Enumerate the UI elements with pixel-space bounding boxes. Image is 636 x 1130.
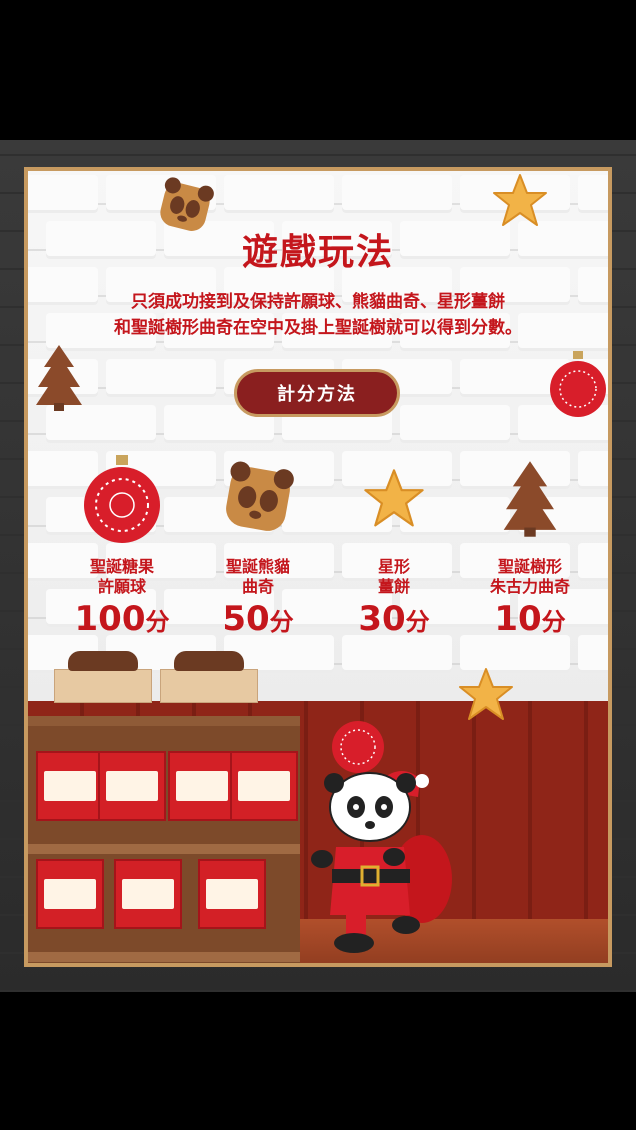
cake-box xyxy=(54,669,152,703)
falling-ornament-icon xyxy=(550,351,606,417)
product-box xyxy=(230,751,298,821)
falling-star-icon xyxy=(459,668,513,720)
game-description: 只須成功接到及保持許願球、熊貓曲奇、星形薑餅 和聖誕樹形曲奇在空中及掛上聖誕樹就… xyxy=(48,289,588,341)
item-points: 50分 xyxy=(222,599,294,639)
ornament-ball-icon xyxy=(84,455,160,543)
score-method-button[interactable]: 計分方法 xyxy=(234,369,400,417)
product-box xyxy=(36,859,104,929)
page-title: 遊戲玩法 xyxy=(241,232,394,273)
item-name: 聖誕糖果 許願球 xyxy=(89,557,154,596)
item-points: 100分 xyxy=(74,599,170,639)
score-item-tree-cookie: 聖誕樹形 朱古力曲奇 10分 xyxy=(462,451,598,639)
tree-cookie-icon xyxy=(503,461,557,537)
product-box xyxy=(198,859,266,929)
item-name: 聖誕熊貓 曲奇 xyxy=(225,557,290,596)
star-gingerbread-icon xyxy=(364,469,424,527)
product-box xyxy=(114,859,182,929)
falling-tree-cookie-icon xyxy=(36,345,82,411)
product-box xyxy=(98,751,166,821)
item-points: 10分 xyxy=(494,599,566,639)
panda-santa-character xyxy=(311,721,452,953)
score-items: 聖誕糖果 許願球 100分 聖誕熊貓 曲奇 50分 星形 薑餅 30分 聖誕樹形… xyxy=(54,451,594,641)
score-item-panda-cookie: 聖誕熊貓 曲奇 50分 xyxy=(190,451,326,639)
score-item-star-gingerbread: 星形 薑餅 30分 xyxy=(326,451,462,639)
instructions-panel: 遊戲玩法 只須成功接到及保持許願球、熊貓曲奇、星形薑餅 和聖誕樹形曲奇在空中及掛… xyxy=(24,167,612,967)
item-points: 30分 xyxy=(358,599,430,639)
falling-star-icon xyxy=(493,174,547,226)
cake xyxy=(68,651,138,671)
cake xyxy=(174,651,244,671)
product-box xyxy=(168,751,236,821)
item-name: 星形 薑餅 xyxy=(377,557,410,596)
product-box xyxy=(36,751,104,821)
cake-box xyxy=(160,669,258,703)
description-line-2: 和聖誕樹形曲奇在空中及掛上聖誕樹就可以得到分數。 xyxy=(114,318,522,338)
item-name: 聖誕樹形 朱古力曲奇 xyxy=(489,557,570,596)
description-line-1: 只須成功接到及保持許願球、熊貓曲奇、星形薑餅 xyxy=(131,292,505,312)
panda-cookie-icon xyxy=(226,461,294,531)
score-item-ornament: 聖誕糖果 許願球 100分 xyxy=(54,451,190,639)
game-stage: 遊戲玩法 只須成功接到及保持許願球、熊貓曲奇、星形薑餅 和聖誕樹形曲奇在空中及掛… xyxy=(0,140,636,992)
